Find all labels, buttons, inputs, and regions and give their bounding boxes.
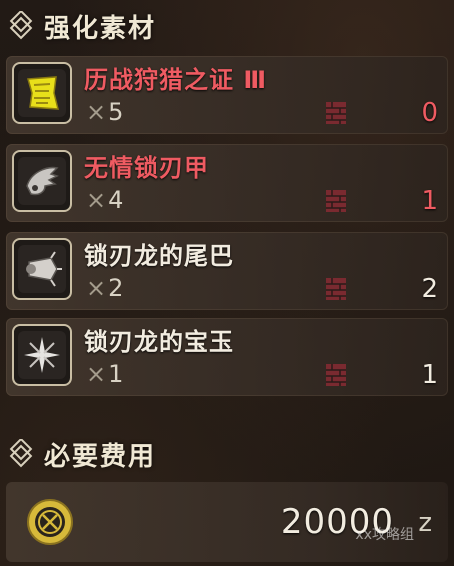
diamond-layers-icon — [9, 439, 33, 468]
item-box-icon — [326, 190, 346, 212]
cost-title: 必要费用 — [44, 441, 157, 472]
owned-quantity: 0 — [421, 98, 438, 128]
material-row[interactable]: 锁刃龙的宝玉 ×1 1 — [6, 318, 448, 396]
owned-quantity: 1 — [421, 360, 438, 390]
item-box-icon — [326, 102, 346, 124]
required-quantity: ×5 — [86, 98, 124, 126]
item-name: 历战狩猎之证 Ⅲ — [84, 66, 268, 94]
item-box-icon — [326, 278, 346, 300]
hunter-ticket-icon — [27, 76, 59, 110]
materials-header: 强化素材 — [6, 6, 156, 46]
material-row[interactable]: 锁刃龙的尾巴 ×2 2 — [6, 232, 448, 310]
item-icon-frame — [12, 62, 72, 124]
owned-quantity: 2 — [421, 274, 438, 304]
required-quantity: ×2 — [86, 274, 124, 302]
required-quantity: ×1 — [86, 360, 124, 388]
materials-title: 强化素材 — [44, 13, 157, 44]
required-quantity: ×4 — [86, 186, 124, 214]
watermark: xx攻略组 — [355, 527, 414, 543]
cost-header: 必要费用 — [6, 434, 156, 474]
gem-icon — [24, 337, 60, 373]
diamond-layers-icon — [9, 11, 33, 40]
item-box-icon — [326, 364, 346, 386]
item-icon-frame — [12, 150, 72, 212]
owned-quantity: 1 — [421, 186, 438, 216]
item-icon-frame — [12, 324, 72, 386]
material-row[interactable]: 无情锁刃甲 ×4 1 — [6, 144, 448, 222]
blade-shell-icon — [26, 166, 59, 196]
cost-bar: 20000 z xx攻略组 — [6, 482, 448, 562]
item-name: 锁刃龙的宝玉 — [84, 328, 234, 356]
tail-icon — [26, 251, 62, 287]
zenny-coin-icon — [27, 499, 73, 545]
currency-unit: z — [418, 508, 432, 538]
material-row[interactable]: 历战狩猎之证 Ⅲ ×5 0 — [6, 56, 448, 134]
item-name: 锁刃龙的尾巴 — [84, 242, 234, 270]
item-name: 无情锁刃甲 — [84, 154, 209, 182]
item-icon-frame — [12, 238, 72, 300]
